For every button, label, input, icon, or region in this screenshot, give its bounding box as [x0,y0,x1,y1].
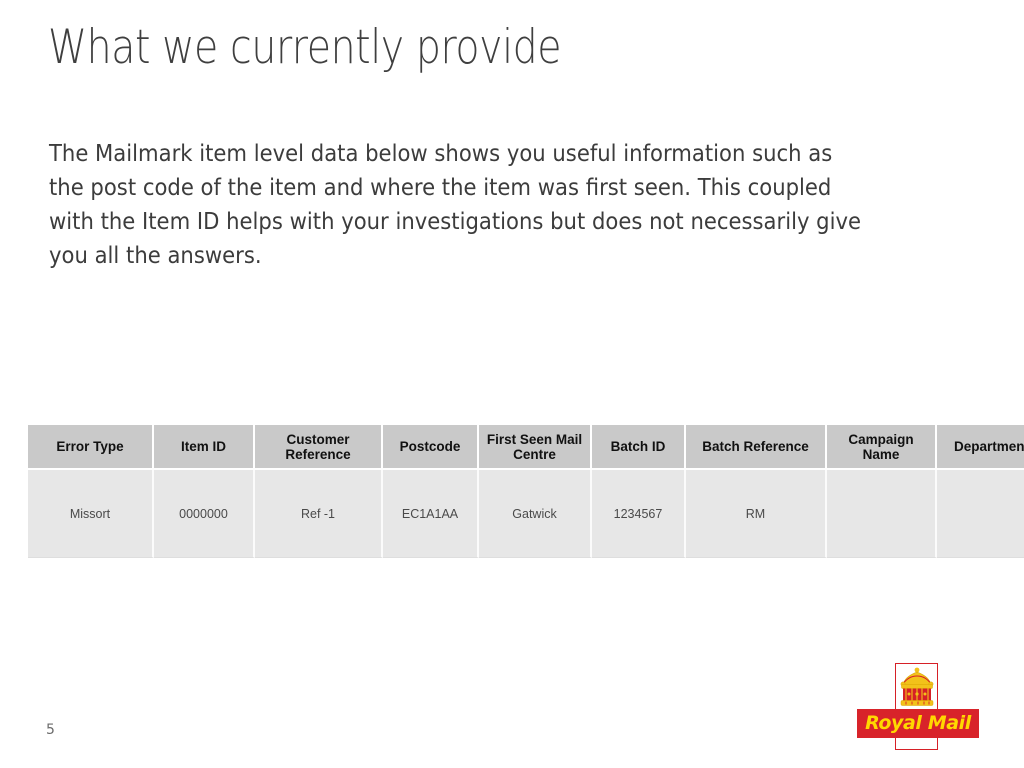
table-header: Error Type Item ID Customer Reference Po… [28,425,1024,470]
column-header-department: Department [937,425,1024,470]
column-header-batch-reference: Batch Reference [686,425,827,470]
cell-postcode: EC1A1AA [383,470,479,558]
royal-mail-logo: Royal Mail [857,663,979,751]
page-number: 5 [46,722,55,738]
column-header-postcode: Postcode [383,425,479,470]
column-header-batch-id: Batch ID [592,425,686,470]
cell-error-type: Missort [28,470,154,558]
slide-body-text: The Mailmark item level data below shows… [49,139,862,269]
table-header-row: Error Type Item ID Customer Reference Po… [28,425,1024,470]
column-header-item-id: Item ID [154,425,255,470]
table-row: Missort 0000000 Ref -1 EC1A1AA Gatwick 1… [28,470,1024,558]
cell-batch-id: 1234567 [592,470,686,558]
cell-item-id: 0000000 [154,470,255,558]
cell-customer-reference: Ref -1 [255,470,383,558]
cell-first-seen-mail-centre: Gatwick [479,470,592,558]
column-header-campaign-name: Campaign Name [827,425,937,470]
cell-campaign-name [827,470,937,558]
column-header-customer-reference: Customer Reference [255,425,383,470]
cell-department [937,470,1024,558]
column-header-error-type: Error Type [28,425,154,470]
cell-batch-reference: RM [686,470,827,558]
table-body: Missort 0000000 Ref -1 EC1A1AA Gatwick 1… [28,470,1024,558]
logo-wordmark: Royal Mail [865,712,971,734]
column-header-first-seen-mail-centre: First Seen Mail Centre [479,425,592,470]
page-title: What we currently provide [48,20,562,75]
data-table: Error Type Item ID Customer Reference Po… [28,425,1024,558]
presentation-slide: What we currently provide The Mailmark i… [0,0,1024,768]
crown-icon [900,667,934,706]
logo-banner: Royal Mail [857,709,979,738]
mailmark-data-table: Error Type Item ID Customer Reference Po… [28,425,1024,558]
